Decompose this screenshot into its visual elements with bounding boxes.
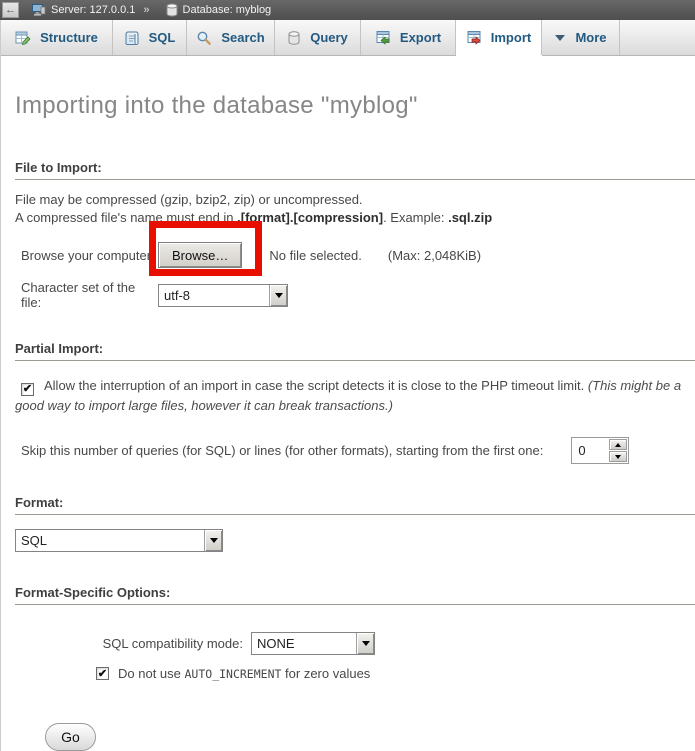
query-icon <box>287 30 301 46</box>
charset-label: Character set of the file: <box>15 280 158 310</box>
charset-select[interactable]: utf-8 <box>158 284 288 307</box>
tab-label: SQL <box>149 30 176 45</box>
number-spinner <box>609 439 627 462</box>
import-icon <box>466 30 482 46</box>
structure-icon <box>15 30 31 46</box>
chevron-down-icon <box>554 34 566 42</box>
phpmyadmin-import-page: ← Server: 127.0.0.1 » Database: myblog S… <box>0 0 695 716</box>
partial-import-heading: Partial Import: <box>15 341 695 361</box>
tab-label: Structure <box>40 30 98 45</box>
export-icon <box>375 30 391 46</box>
back-button[interactable]: ← <box>2 2 19 18</box>
tab-sql[interactable]: SQL <box>113 20 187 55</box>
file-to-import-heading: File to Import: <box>15 160 695 180</box>
tab-import[interactable]: Import <box>456 20 542 55</box>
spinner-up-icon[interactable] <box>609 439 627 450</box>
allow-interrupt-checkbox[interactable]: ✔ <box>21 383 34 396</box>
breadcrumb: ← Server: 127.0.0.1 » Database: myblog <box>0 0 695 20</box>
format-value: SQL <box>16 530 204 551</box>
tab-label: Query <box>310 30 348 45</box>
auto-increment-checkbox[interactable]: ✔ <box>96 667 109 680</box>
breadcrumb-separator: » <box>143 4 149 16</box>
charset-value: utf-8 <box>159 285 269 306</box>
dropdown-arrow-icon[interactable] <box>204 530 222 551</box>
tab-bar: Structure SQL Search Query <box>1 20 695 56</box>
tab-search[interactable]: Search <box>187 20 275 55</box>
tab-structure[interactable]: Structure <box>1 20 113 55</box>
breadcrumb-database[interactable]: Database: myblog <box>183 4 272 16</box>
tab-bar-filler <box>620 20 695 55</box>
max-size-text: (Max: 2,048KiB) <box>388 248 481 263</box>
database-icon <box>166 3 178 17</box>
skip-queries-value: 0 <box>572 438 608 463</box>
format-specific-heading: Format-Specific Options: <box>15 585 695 605</box>
tab-label: Import <box>491 30 531 45</box>
format-select[interactable]: SQL <box>15 529 223 552</box>
no-file-selected-text: No file selected. <box>269 248 362 263</box>
tab-label: More <box>575 30 606 45</box>
sql-compat-select[interactable]: NONE <box>251 632 375 655</box>
checkmark-icon: ✔ <box>98 667 107 680</box>
browse-label: Browse your computer: <box>15 248 158 263</box>
checkmark-icon: ✔ <box>23 379 32 399</box>
tab-label: Export <box>400 30 441 45</box>
spinner-down-icon[interactable] <box>609 451 627 462</box>
allow-interrupt-option: ✔Allow the interruption of an import in … <box>15 376 683 416</box>
server-icon <box>31 3 46 17</box>
skip-queries-row: Skip this number of queries (for SQL) or… <box>15 437 695 464</box>
skip-queries-input[interactable]: 0 <box>571 437 629 464</box>
dropdown-arrow-icon[interactable] <box>356 633 374 654</box>
auto-increment-label: Do not use AUTO_INCREMENT for zero value… <box>118 666 370 681</box>
tab-export[interactable]: Export <box>361 20 456 55</box>
go-button[interactable]: Go <box>45 723 96 751</box>
breadcrumb-server[interactable]: Server: 127.0.0.1 <box>51 4 135 16</box>
import-form: Importing into the database "myblog" Fil… <box>1 92 695 751</box>
sql-compat-label: SQL compatibility mode: <box>99 636 251 651</box>
tab-query[interactable]: Query <box>275 20 361 55</box>
file-upload-row: Browse your computer: Browse… No file se… <box>15 242 695 268</box>
sql-icon <box>124 30 140 46</box>
auto-increment-option: ✔ Do not use AUTO_INCREMENT for zero val… <box>15 666 695 681</box>
tab-more[interactable]: More <box>542 20 620 55</box>
file-to-import-hint: File may be compressed (gzip, bzip2, zip… <box>15 191 695 227</box>
sql-compat-value: NONE <box>252 633 356 654</box>
skip-queries-label: Skip this number of queries (for SQL) or… <box>15 443 543 458</box>
tab-label: Search <box>221 30 264 45</box>
search-icon <box>196 30 212 46</box>
sql-compat-row: SQL compatibility mode: NONE <box>15 632 695 655</box>
browse-button[interactable]: Browse… <box>158 242 242 268</box>
dropdown-arrow-icon[interactable] <box>269 285 287 306</box>
page-title: Importing into the database "myblog" <box>15 92 695 120</box>
charset-row: Character set of the file: utf-8 <box>15 280 695 310</box>
format-select-row: SQL <box>15 529 695 552</box>
format-heading: Format: <box>15 495 695 515</box>
